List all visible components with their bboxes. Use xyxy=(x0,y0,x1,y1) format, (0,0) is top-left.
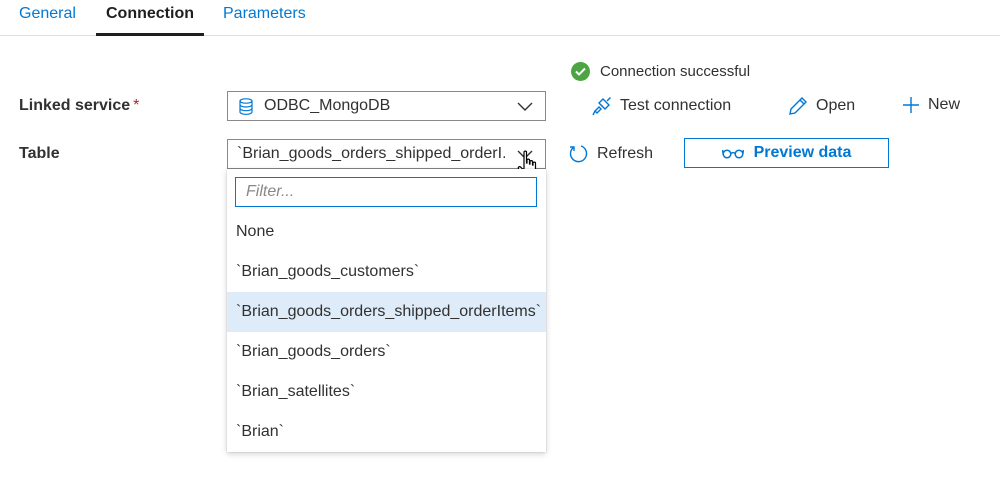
linked-service-select[interactable]: ODBC_MongoDB xyxy=(227,91,546,121)
chevron-down-icon[interactable] xyxy=(517,99,533,118)
new-button[interactable]: New xyxy=(902,96,960,114)
linked-service-label-text: Linked service xyxy=(19,97,131,114)
list-item[interactable]: None xyxy=(227,212,546,252)
linked-service-label: Linked service * xyxy=(19,97,139,115)
tab-connection[interactable]: Connection xyxy=(96,0,204,36)
preview-data-label: Preview data xyxy=(753,144,852,161)
connection-status: Connection successful xyxy=(571,61,750,81)
tab-general[interactable]: General xyxy=(19,0,76,36)
list-item[interactable]: `Brian_goods_customers` xyxy=(227,252,546,292)
plus-icon xyxy=(902,96,920,114)
tab-bar: General Connection Parameters xyxy=(0,0,1000,36)
table-select-value: `Brian_goods_orders_shipped_orderI... xyxy=(237,145,505,162)
open-button[interactable]: Open xyxy=(788,96,855,116)
required-mark: * xyxy=(133,97,140,114)
table-label: Table xyxy=(19,145,60,162)
linked-service-value: ODBC_MongoDB xyxy=(264,97,391,114)
open-label: Open xyxy=(816,97,856,114)
list-item[interactable]: `Brian_goods_orders_shipped_orderItems` xyxy=(227,292,546,332)
plug-icon xyxy=(592,96,612,116)
list-item[interactable]: `Brian_goods_orders` xyxy=(227,332,546,372)
filter-input[interactable] xyxy=(235,177,537,207)
table-select[interactable]: `Brian_goods_orders_shipped_orderI... xyxy=(227,139,546,169)
refresh-icon xyxy=(568,143,589,164)
test-connection-button[interactable]: Test connection xyxy=(592,96,731,116)
list-item[interactable]: `Brian` xyxy=(227,412,546,452)
refresh-label: Refresh xyxy=(597,144,654,162)
tab-parameters[interactable]: Parameters xyxy=(223,0,306,36)
new-label: New xyxy=(928,96,961,113)
table-dropdown: None `Brian_goods_customers` `Brian_good… xyxy=(227,169,546,452)
list-item[interactable]: `Brian_satellites` xyxy=(227,372,546,412)
refresh-button[interactable]: Refresh xyxy=(568,143,653,164)
checkmark-circle-icon xyxy=(571,61,590,81)
table-options-list: None `Brian_goods_customers` `Brian_good… xyxy=(227,212,546,452)
preview-data-button[interactable]: Preview data xyxy=(684,138,889,168)
pencil-icon xyxy=(788,96,808,116)
connection-status-text: Connection successful xyxy=(600,62,751,80)
database-icon xyxy=(239,97,253,115)
test-connection-label: Test connection xyxy=(620,97,732,114)
glasses-icon xyxy=(721,147,744,159)
